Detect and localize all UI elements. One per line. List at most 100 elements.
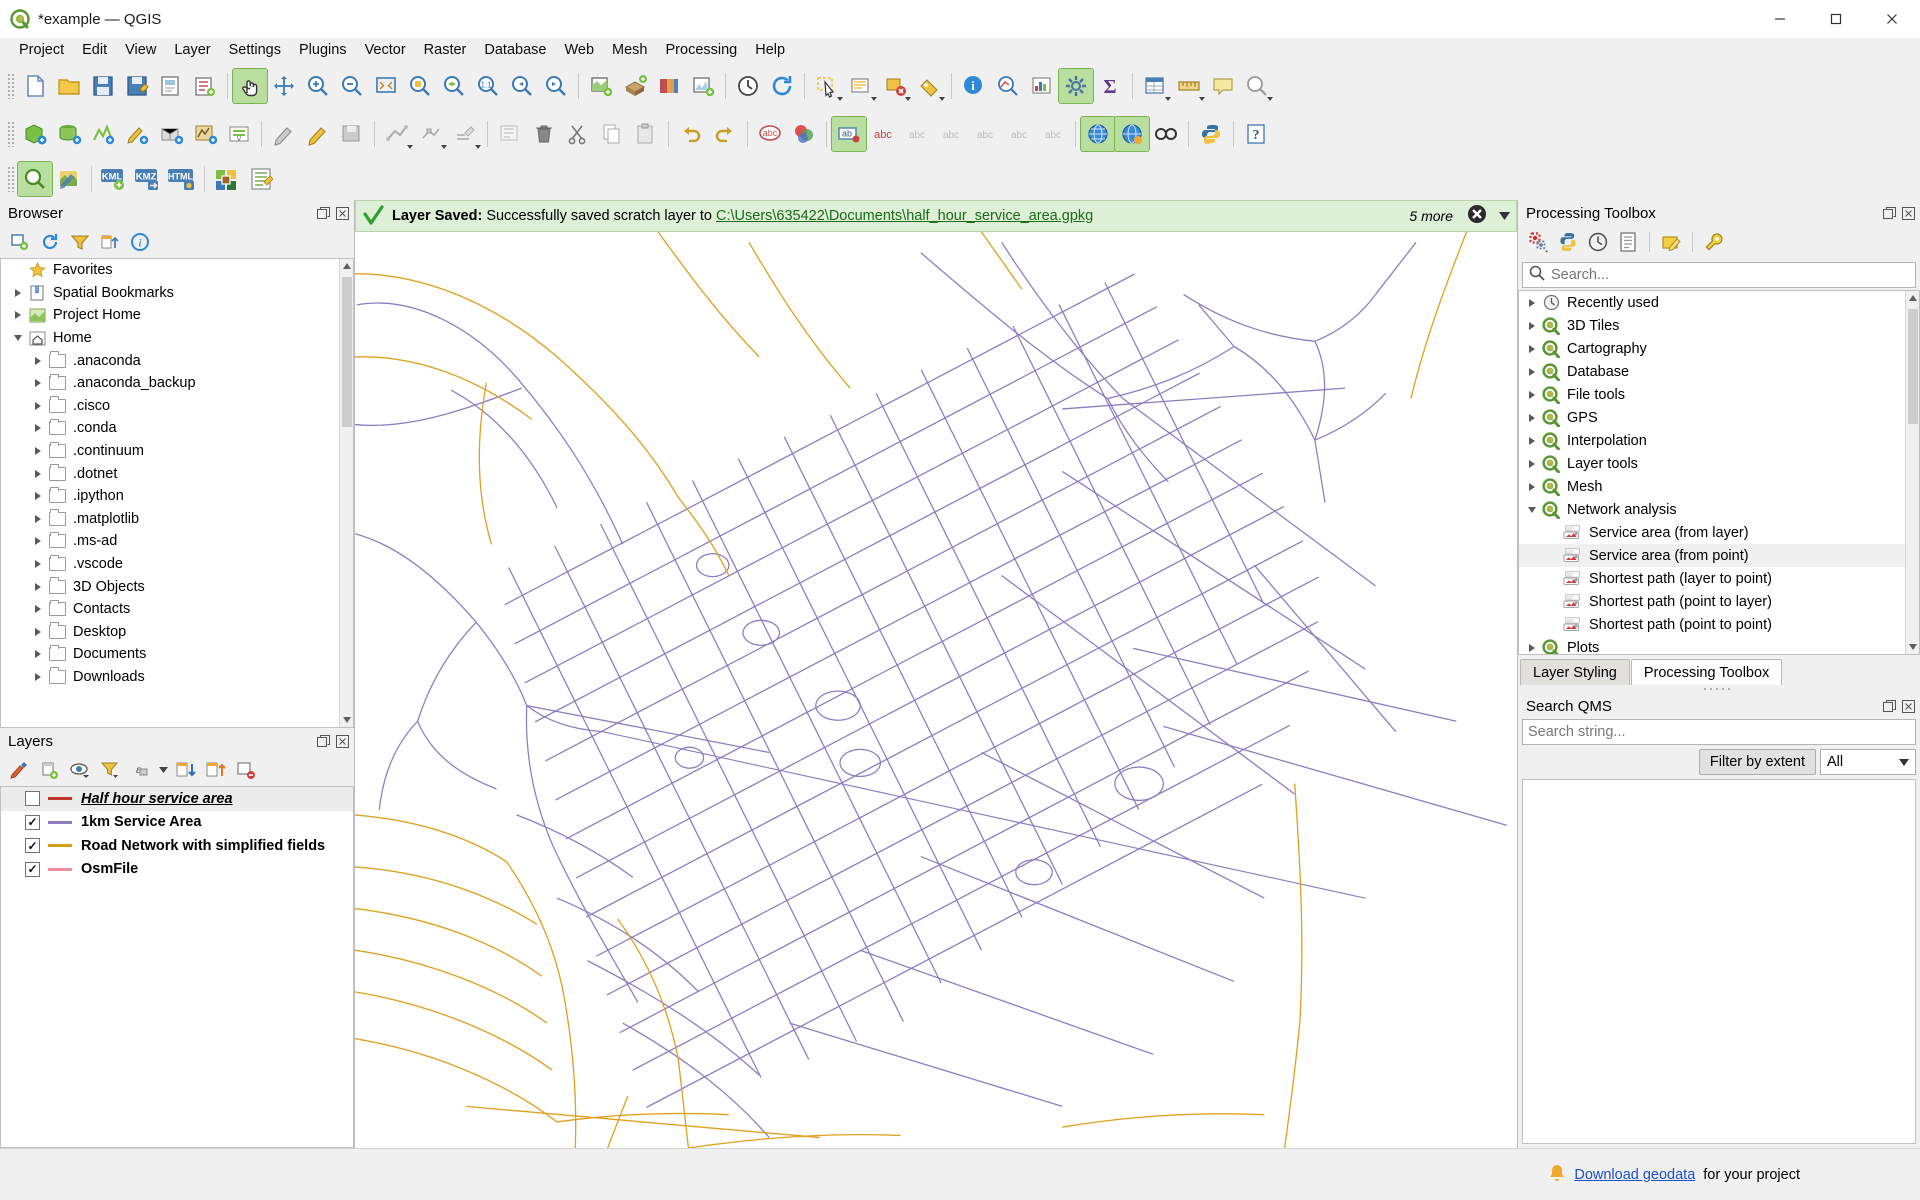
toggle-editing-icon[interactable] <box>267 117 301 151</box>
layer-visibility-checkbox[interactable]: ✓ <box>25 814 40 830</box>
undo-icon[interactable] <box>674 117 708 151</box>
pan-map-icon[interactable] <box>232 68 268 104</box>
new-shapefile-layer-icon[interactable] <box>18 117 52 151</box>
statistical-summary-icon[interactable] <box>1025 69 1059 103</box>
open-project-icon[interactable] <box>52 69 86 103</box>
menu-processing[interactable]: Processing <box>657 40 747 60</box>
processing-item-database[interactable]: Database <box>1519 360 1919 383</box>
metasearch-icon[interactable] <box>1149 117 1183 151</box>
menu-edit[interactable]: Edit <box>73 40 116 60</box>
browser-tree[interactable]: Favorites Spatial Bookmarks Project Home Ho… <box>0 258 354 728</box>
deselect-features-icon[interactable] <box>878 69 912 103</box>
annotation-text-icon[interactable]: abc <box>753 117 787 151</box>
label-disabled5-icon[interactable]: abc <box>1036 117 1070 151</box>
zoom-native-icon[interactable]: 1:1 <box>471 69 505 103</box>
processing-search-input[interactable] <box>1551 267 1915 283</box>
layer-visibility-checkbox[interactable]: ✓ <box>25 861 40 877</box>
menu-settings[interactable]: Settings <box>220 40 290 60</box>
map-tips-icon[interactable] <box>1206 69 1240 103</box>
measure-line-icon[interactable] <box>991 69 1025 103</box>
expression-filter-icon[interactable]: ε <box>126 757 154 783</box>
processing-item-shortest-path-point-to-point[interactable]: Shortest path (point to point) <box>1519 613 1919 636</box>
menu-layer[interactable]: Layer <box>165 40 219 60</box>
select-by-expression-icon[interactable] <box>844 69 878 103</box>
new-memory-layer-icon[interactable] <box>120 117 154 151</box>
new-geopackage-layer-icon[interactable] <box>52 117 86 151</box>
identify-features-icon[interactable]: i <box>957 69 991 103</box>
tab-processing-toolbox[interactable]: Processing Toolbox <box>1630 659 1783 685</box>
map-canvas[interactable] <box>355 232 1517 1148</box>
open-attribute-table-icon[interactable] <box>1138 69 1172 103</box>
processing-close-icon[interactable] <box>1900 205 1916 221</box>
browser-item-anaconda-backup[interactable]: .anaconda_backup <box>1 372 353 395</box>
copy-icon[interactable] <box>595 117 629 151</box>
menu-help[interactable]: Help <box>746 40 794 60</box>
add-line-feature-icon[interactable] <box>380 117 414 151</box>
processing-item-3d-tiles[interactable]: 3D Tiles <box>1519 314 1919 337</box>
browser-item-matplotlib[interactable]: .matplotlib <box>1 508 353 531</box>
browser-item-desktop[interactable]: Desktop <box>1 621 353 644</box>
zoom-full-icon[interactable] <box>369 69 403 103</box>
maximize-button[interactable] <box>1808 0 1864 38</box>
new-3d-map-view-icon[interactable] <box>618 69 652 103</box>
scroll-up-icon[interactable] <box>340 259 353 273</box>
open-layer-styling-icon[interactable] <box>6 757 34 783</box>
expression-dropdown-icon[interactable] <box>156 757 170 783</box>
layer-visibility-checkbox[interactable]: ✓ <box>25 838 40 854</box>
tab-layer-styling[interactable]: Layer Styling <box>1520 659 1630 685</box>
layer-item-road-network-with-simplified-fields[interactable]: ✓ Road Network with simplified fields <box>1 834 353 858</box>
layer-item-osmfile[interactable]: ✓ OsmFile <box>1 858 353 882</box>
browser-float-icon[interactable] <box>315 205 331 221</box>
processing-item-service-area-from-layer[interactable]: Service area (from layer) <box>1519 521 1919 544</box>
dock-splitter[interactable] <box>1518 685 1920 693</box>
minimize-button[interactable] <box>1752 0 1808 38</box>
filter-by-extent-button[interactable]: Filter by extent <box>1698 749 1816 775</box>
menu-view[interactable]: View <box>116 40 165 60</box>
temporal-controller-icon[interactable] <box>731 69 765 103</box>
tiles-mosaic-icon[interactable] <box>210 162 244 196</box>
add-layer-icon[interactable] <box>6 229 34 255</box>
qms-close-icon[interactable] <box>1900 698 1916 714</box>
toolbar-grip-3[interactable] <box>7 166 15 192</box>
modify-attributes-icon[interactable] <box>448 117 482 151</box>
browser-item-favorites[interactable]: Favorites <box>1 259 353 282</box>
zoom-in-icon[interactable] <box>301 69 335 103</box>
delete-selected-icon[interactable] <box>527 117 561 151</box>
collapse-all-layers-icon[interactable] <box>202 757 230 783</box>
message-dropdown-icon[interactable] <box>1499 208 1510 224</box>
report-icon[interactable] <box>244 162 278 196</box>
processing-item-recently-used[interactable]: Recently used <box>1519 291 1919 314</box>
save-project-as-icon[interactable] <box>120 69 154 103</box>
menu-project[interactable]: Project <box>10 40 73 60</box>
label-disabled2-icon[interactable]: abc <box>934 117 968 151</box>
browser-item-cisco[interactable]: .cisco <box>1 395 353 418</box>
browser-item-ipython[interactable]: .ipython <box>1 485 353 508</box>
processing-item-service-area-from-point[interactable]: Service area (from point) <box>1519 544 1919 567</box>
browser-item-project-home[interactable]: Project Home <box>1 304 353 327</box>
save-edits-disk-icon[interactable] <box>335 117 369 151</box>
menu-database[interactable]: Database <box>475 40 555 60</box>
paste-icon[interactable] <box>629 117 663 151</box>
filter-icon[interactable] <box>66 229 94 255</box>
redo-icon[interactable] <box>708 117 742 151</box>
more-messages-label[interactable]: 5 more <box>1409 208 1453 224</box>
web-globe1-icon[interactable] <box>1080 116 1116 152</box>
qms-results-list[interactable] <box>1522 779 1916 1144</box>
help-icon[interactable]: ? <box>1239 117 1273 151</box>
style-manager-icon[interactable] <box>787 117 821 151</box>
browser-item-3d-objects[interactable]: 3D Objects <box>1 575 353 598</box>
sum-icon[interactable]: Σ <box>1093 69 1127 103</box>
processing-item-file-tools[interactable]: File tools <box>1519 383 1919 406</box>
show-unplaced-labels-icon[interactable] <box>1240 69 1274 103</box>
refresh-icon[interactable] <box>36 229 64 255</box>
browser-item-downloads[interactable]: Downloads <box>1 666 353 689</box>
processing-item-interpolation[interactable]: Interpolation <box>1519 429 1919 452</box>
new-virtual-layer-icon[interactable]: V <box>222 117 256 151</box>
wrench-options-icon[interactable] <box>1700 229 1728 255</box>
processing-float-icon[interactable] <box>1881 205 1897 221</box>
cut-icon[interactable] <box>561 117 595 151</box>
qms-float-icon[interactable] <box>1881 698 1897 714</box>
toolbar-grip-2[interactable] <box>7 121 15 147</box>
filter-legend-icon[interactable] <box>96 757 124 783</box>
qms-scope-select[interactable]: All <box>1820 749 1916 775</box>
